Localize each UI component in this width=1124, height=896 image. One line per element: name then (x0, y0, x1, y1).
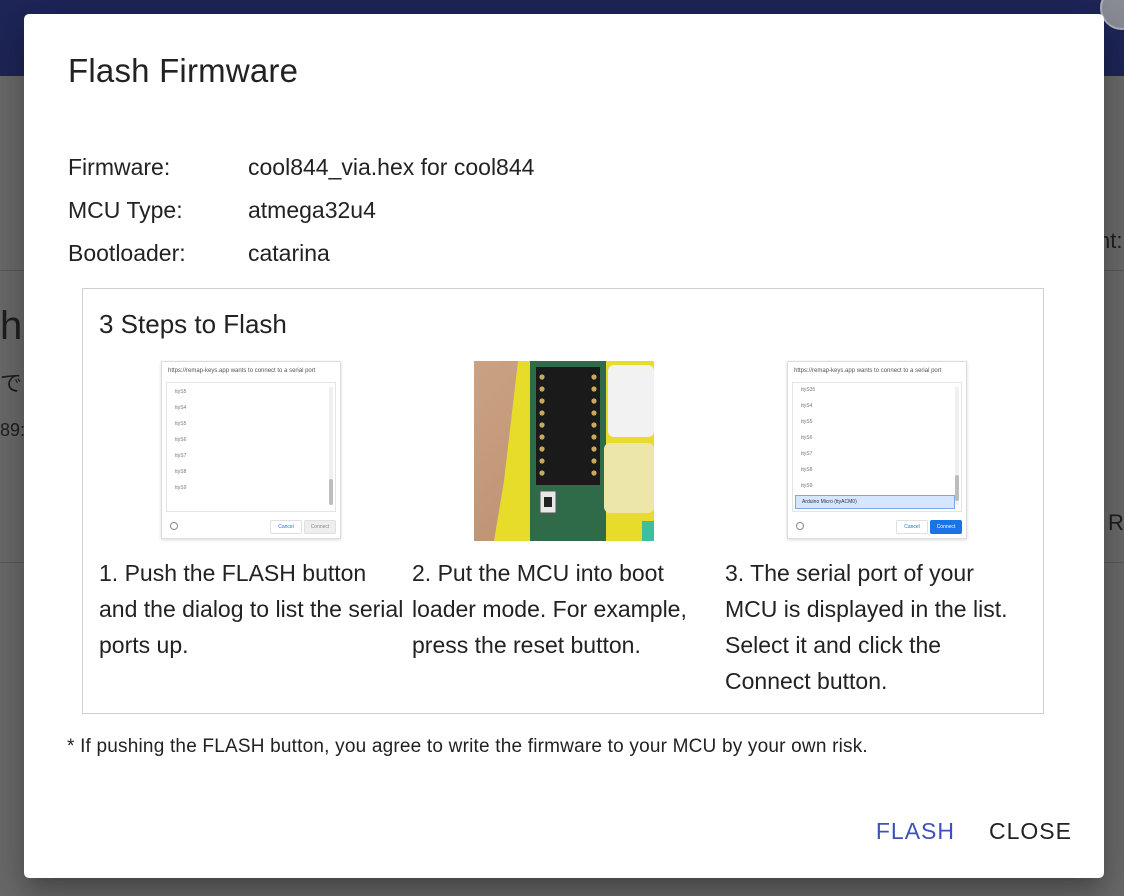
bg-text-fragment: で (0, 371, 23, 396)
serial-connect-button: Connect (930, 520, 962, 534)
step-1-serial-dialog-image: https://remap-keys.app wants to connect … (161, 361, 341, 541)
firmware-row: Firmware: cool844_via.hex for cool844 (68, 146, 534, 189)
port-item: ttyS6 (175, 437, 187, 443)
bg-text-fragment: 89: (0, 420, 26, 440)
serial-dialog-header: https://remap-keys.app wants to connect … (794, 368, 942, 374)
port-item: ttyS9 (175, 485, 187, 491)
steps-title: 3 Steps to Flash (99, 309, 287, 339)
serial-connect-button: Connect (304, 520, 336, 534)
serial-port-dialog-mock: https://remap-keys.app wants to connect … (787, 361, 967, 539)
serial-list-scrollbar-thumb (955, 475, 959, 501)
port-item: ttyS7 (801, 451, 813, 457)
step-2-mcu-photo (474, 361, 654, 541)
bootloader-value: catarina (248, 240, 330, 266)
dialog-actions: FLASH CLOSE (876, 812, 1072, 851)
port-item: ttyS5 (801, 419, 813, 425)
port-item: ttyS35 (801, 387, 816, 393)
port-item: ttyS8 (175, 469, 187, 475)
risk-disclaimer: * If pushing the FLASH button, you agree… (67, 736, 868, 757)
serial-dialog-header: https://remap-keys.app wants to connect … (168, 368, 316, 374)
bg-heading-fragment: h (0, 304, 23, 348)
flash-button[interactable]: FLASH (876, 812, 955, 851)
firmware-label: Firmware: (68, 154, 171, 180)
firmware-info: Firmware: cool844_via.hex for cool844 MC… (68, 146, 534, 275)
mcu-type-row: MCU Type: atmega32u4 (68, 189, 534, 232)
steps-panel: 3 Steps to Flash https://remap-keys.app … (82, 288, 1044, 714)
step-3-caption: 3. The serial port of your MCU is displa… (725, 560, 1008, 694)
mcu-board-photo-icon (474, 361, 654, 541)
step-2-caption: 2. Put the MCU into boot loader mode. Fo… (412, 560, 687, 658)
bootloader-row: Bootloader: catarina (68, 232, 534, 275)
serial-list-scrollbar-thumb (329, 479, 333, 505)
help-icon (170, 522, 178, 530)
port-item: ttyS6 (801, 435, 813, 441)
mcu-type-label: MCU Type: (68, 197, 183, 223)
port-item: ttyS4 (175, 405, 187, 411)
serial-cancel-button: Cancel (270, 520, 302, 534)
dialog-title: Flash Firmware (68, 52, 299, 89)
close-button[interactable]: CLOSE (989, 812, 1072, 851)
selected-port-label: Arduino Micro (ttyACM0) (802, 499, 857, 505)
port-item: ttyS8 (801, 467, 813, 473)
step-1-caption: 1. Push the FLASH button and the dialog … (99, 560, 404, 658)
port-item: ttyS9 (801, 483, 813, 489)
port-item: ttyS7 (175, 453, 187, 459)
bootloader-label: Bootloader: (68, 240, 186, 266)
port-item: ttyS5 (175, 421, 187, 427)
step-3-serial-dialog-image: https://remap-keys.app wants to connect … (787, 361, 967, 541)
serial-port-list: ttyS5 ttyS4 ttyS5 ttyS6 ttyS7 ttyS8 ttyS… (166, 382, 336, 512)
serial-cancel-button: Cancel (896, 520, 928, 534)
flash-firmware-dialog: Flash Firmware Firmware: cool844_via.hex… (24, 14, 1104, 878)
selected-port-item: Arduino Micro (ttyACM0) (795, 495, 955, 509)
firmware-value: cool844_via.hex for cool844 (248, 154, 535, 180)
serial-port-dialog-mock: https://remap-keys.app wants to connect … (161, 361, 341, 539)
port-item: ttyS5 (175, 389, 187, 395)
mcu-type-value: atmega32u4 (248, 197, 376, 223)
bg-text-fragment: RC (1108, 510, 1124, 535)
serial-port-list: ttyS35 ttyS4 ttyS5 ttyS6 ttyS7 ttyS8 tty… (792, 382, 962, 512)
help-icon (796, 522, 804, 530)
port-item: ttyS4 (801, 403, 813, 409)
